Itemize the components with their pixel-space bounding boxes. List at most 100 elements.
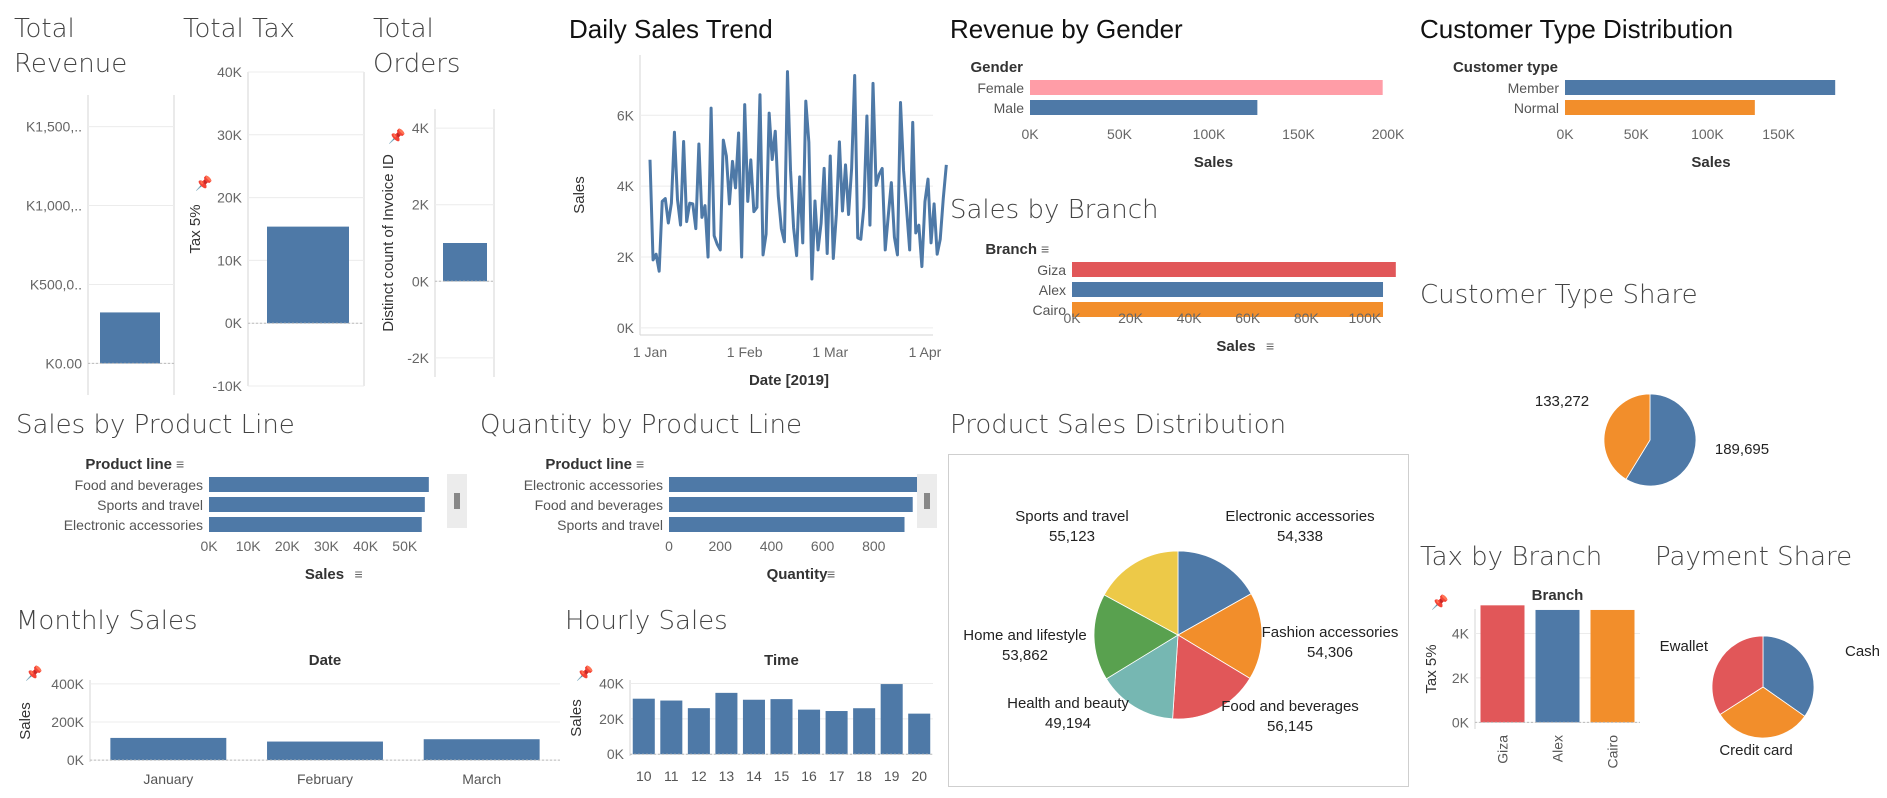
x-tick-label: 0K xyxy=(200,538,218,554)
y-axis-title: Sales xyxy=(568,699,585,737)
customer-type-chart: Customer type Member Normal 0K 50K 100K 150K Sa… xyxy=(1453,59,1836,171)
total-orders-title: Total Orders xyxy=(373,14,461,79)
y-tick-label: 40K xyxy=(217,64,243,80)
category-label: Normal xyxy=(1514,100,1559,116)
slice-label: Ewallet xyxy=(1660,638,1709,655)
sort-icon: ≡ xyxy=(827,566,835,582)
bar xyxy=(660,700,683,755)
bar xyxy=(1565,100,1755,115)
bar xyxy=(853,708,876,755)
y-tick-label: K500,0.. xyxy=(30,276,82,292)
y-tick-label: 0K xyxy=(617,320,635,336)
slice-label: Food and beverages xyxy=(1221,698,1359,715)
branch-title: Sales by Branch xyxy=(950,195,1159,225)
x-axis-title: Sales xyxy=(1194,154,1233,171)
y-tick-label: 4K xyxy=(617,178,635,194)
slice-label: Credit card xyxy=(1719,742,1792,759)
product-line-sales-chart: Product line ≡Food and beveragesSports an… xyxy=(64,456,429,583)
y-tick-label: 4K xyxy=(1452,625,1470,641)
product-line-sales-scrollbar[interactable] xyxy=(447,474,467,528)
x-tick-label: 80K xyxy=(1294,310,1320,326)
y-tick-label: 400K xyxy=(51,676,84,692)
product-line-qty-scrollbar[interactable] xyxy=(917,474,937,528)
x-axis-title: Date [2019] xyxy=(749,372,829,389)
product-distribution-title: Product Sales Distribution xyxy=(950,410,1287,440)
x-tick-label: 0 xyxy=(665,538,673,554)
x-tick-label: 30K xyxy=(314,538,340,554)
slice-value: 54,338 xyxy=(1277,528,1323,545)
bar xyxy=(669,497,913,512)
category-label: Food and beverages xyxy=(535,497,663,513)
x-tick-label: 0K xyxy=(1556,126,1574,142)
sort-icon: ≡ xyxy=(176,456,184,472)
y-tick-label: 2K xyxy=(617,249,635,265)
slice-value: 49,194 xyxy=(1045,715,1091,732)
y-tick-label: 30K xyxy=(217,127,243,143)
branch-chart: Branch ≡GizaAlexCairo0K 20K 40K 60K 80K 100KSa… xyxy=(985,241,1396,355)
slice-label: Home and lifestyle xyxy=(963,627,1086,644)
y-tick-label: 2K xyxy=(1452,670,1470,686)
slice-value: 133,272 xyxy=(1535,393,1589,410)
total-tax-chart: -10K 0K 10K 20K 30K 40K Tax 5% 📌 xyxy=(187,64,365,394)
slice-value: 55,123 xyxy=(1049,528,1095,545)
y-tick-label: K0.00 xyxy=(45,355,82,371)
bar xyxy=(100,312,160,364)
monthly-sales-chart: Date 0K 200K 400K January February March Sales 📌 xyxy=(17,652,560,787)
category-label: 10 xyxy=(636,768,652,784)
slice-value: 53,862 xyxy=(1002,647,1048,664)
category-label: Electronic accessories xyxy=(64,517,203,533)
slice-label: Fashion accessories xyxy=(1262,624,1399,641)
bar xyxy=(443,243,487,282)
x-tick-label: 50K xyxy=(392,538,418,554)
x-tick-label: 200 xyxy=(709,538,733,554)
bar xyxy=(423,739,540,761)
x-tick-label: 200K xyxy=(1372,126,1405,142)
x-tick-label: 150K xyxy=(1282,126,1315,142)
x-tick-label: 60K xyxy=(1235,310,1261,326)
x-tick-label: 1 Apr xyxy=(909,344,942,360)
y-tick-label: 2K xyxy=(412,197,430,213)
column-header: Branch xyxy=(1532,587,1584,604)
x-tick-label: 40K xyxy=(1177,310,1203,326)
bar xyxy=(908,713,931,755)
row-header: Customer type xyxy=(1453,59,1558,76)
x-tick-label: 1 Jan xyxy=(633,344,667,360)
product-distribution-chart: Electronic accessories 54,338 Fashion acce… xyxy=(963,508,1399,735)
bar xyxy=(1030,80,1383,95)
y-tick-label: 4K xyxy=(412,120,430,136)
bar xyxy=(669,477,918,492)
category-label: 18 xyxy=(856,768,872,784)
row-header: Product line xyxy=(545,456,632,473)
x-tick-label: 100K xyxy=(1349,310,1382,326)
x-axis-title: Sales xyxy=(305,566,344,583)
category-label: Alex xyxy=(1550,735,1566,762)
total-tax-title: Total Tax xyxy=(183,14,295,44)
y-tick-label: 0K xyxy=(412,273,430,289)
x-tick-label: 150K xyxy=(1762,126,1795,142)
daily-sales-title: Daily Sales Trend xyxy=(569,14,773,44)
gender-title: Revenue by Gender xyxy=(950,14,1183,44)
slice-value: 54,306 xyxy=(1307,644,1353,661)
y-axis-title: Sales xyxy=(17,702,34,740)
gender-chart: Gender Female Male 0K 50K 100K 150K 200K Sales xyxy=(970,59,1405,171)
x-tick-label: 0K xyxy=(1021,126,1039,142)
pin-icon: 📌 xyxy=(388,127,406,145)
bar xyxy=(1590,609,1635,723)
bar xyxy=(770,699,793,755)
category-label: Giza xyxy=(1037,262,1066,278)
x-tick-label: 600 xyxy=(811,538,835,554)
y-tick-label: 20K xyxy=(599,711,625,727)
bar xyxy=(1480,605,1525,723)
bar xyxy=(1072,282,1384,297)
x-tick-label: 50K xyxy=(1624,126,1650,142)
tax-branch-chart: Branch 0K 2K 4K Giza Alex Cairo Tax 5% 📌 xyxy=(1423,587,1640,769)
payment-share-title: Payment Share xyxy=(1655,542,1853,572)
bar xyxy=(1030,100,1258,115)
category-label: Cairo xyxy=(1605,735,1621,769)
y-tick-label: 20K xyxy=(217,190,243,206)
hourly-sales-chart: Time 0K 20K 40K 10 11 12 13 14 15 16 17 18 19 20 Sales 📌 xyxy=(568,652,933,784)
y-axis-title: Distinct count of Invoice ID xyxy=(380,154,397,332)
y-tick-label: 10K xyxy=(217,252,243,268)
x-tick-label: 100K xyxy=(1193,126,1226,142)
y-tick-label: 0K xyxy=(1452,714,1470,730)
